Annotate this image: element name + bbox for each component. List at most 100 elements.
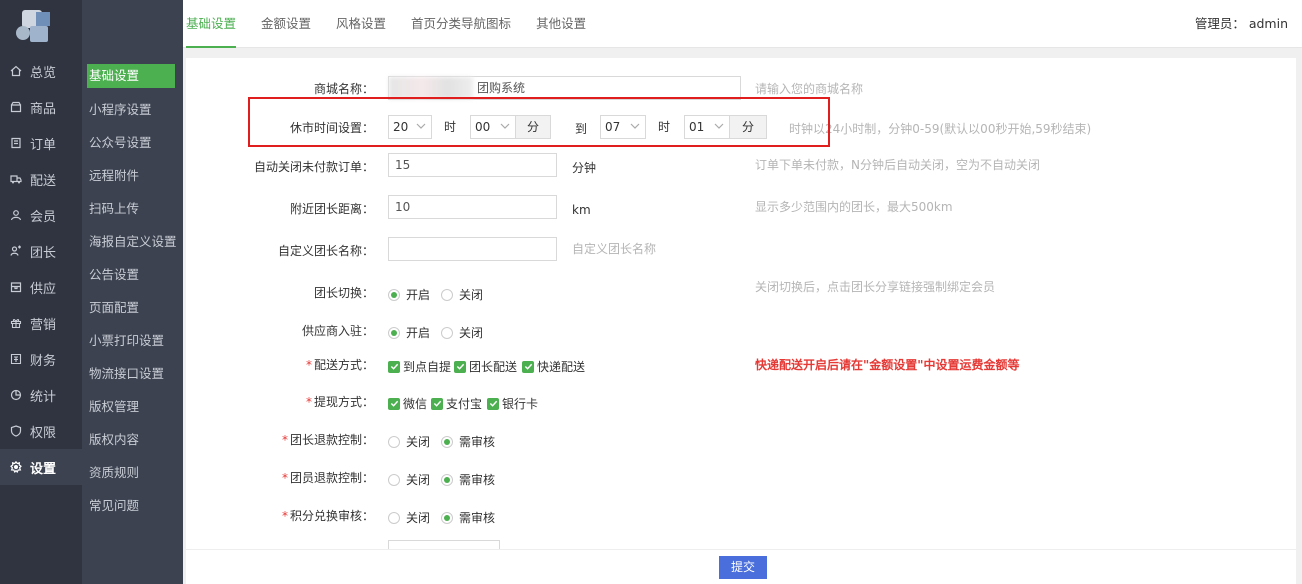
nav-item-3[interactable]: 配送 [0, 161, 82, 197]
sub-nav-list: 基础设置小程序设置公众号设置远程附件扫码上传海报自定义设置公告设置页面配置 小票打… [82, 59, 183, 521]
withdraw-wechat-checkbox[interactable]: 微信 [388, 395, 427, 412]
sub-nav-item-7[interactable]: 页面配置 [82, 290, 183, 323]
row-leader-name: 自定义团长名称： 自定义团长名称 [186, 234, 1296, 264]
leader-switch-on-radio[interactable]: 开启 [388, 286, 430, 303]
sub-nav-label: 小程序设置 [89, 102, 152, 117]
nav-item-label: 订单 [30, 137, 57, 153]
partial-input[interactable] [388, 540, 500, 549]
sub-nav-item-12[interactable]: 资质规则 [82, 455, 183, 488]
row-delivery: * 配送方式： 到点自提 团长配送 快递配送 快递配送开启后请在"金额设置"中设置… [186, 350, 1296, 380]
sub-nav-item-5[interactable]: 海报自定义设置 [82, 224, 183, 257]
nav-item-5[interactable]: 团长 [0, 233, 82, 269]
form-footer: 提交 [186, 549, 1296, 584]
points-audit-audit-radio[interactable]: 需审核 [441, 509, 495, 526]
finance-icon [8, 351, 24, 367]
delivery-pickup-checkbox[interactable]: 到点自提 [388, 358, 451, 375]
supplier-off-radio[interactable]: 关闭 [441, 324, 483, 341]
nav-item-6[interactable]: 供应 [0, 269, 82, 305]
sub-nav-item-11[interactable]: 版权内容 [82, 422, 183, 455]
nav-item-0[interactable]: 总览 [0, 53, 82, 89]
sub-nav-item-3[interactable]: 远程附件 [82, 158, 183, 191]
sub-nav-item-2[interactable]: 公众号设置 [82, 125, 183, 158]
member-refund-off-radio[interactable]: 关闭 [388, 471, 430, 488]
leader-icon [8, 243, 24, 259]
tab-other[interactable]: 其他设置 [536, 0, 586, 48]
sub-nav-label: 物流接口设置 [89, 366, 165, 381]
nav-item-7[interactable]: 营销 [0, 305, 82, 341]
truck-icon [8, 171, 24, 187]
distance-label: 附近团长距离： [289, 202, 374, 216]
redacted-shop-name [389, 77, 473, 99]
auto-close-label: 自动关闭未付款订单： [253, 160, 374, 174]
delivery-express-checkbox[interactable]: 快递配送 [522, 358, 585, 375]
tab-amount[interactable]: 金额设置 [261, 0, 311, 48]
sub-nav-item-0[interactable]: 基础设置 [82, 59, 183, 92]
main-sidebar: 总览商品订单配送 会员团长供应 营销 财务 统计权限设置 [0, 0, 82, 584]
order-icon [8, 135, 24, 151]
withdraw-label: * 提现方式： [305, 395, 374, 409]
row-leader-refund: * 团长退款控制： 关闭 需审核 [186, 425, 1296, 455]
nav-item-label: 设置 [30, 461, 57, 477]
row-distance: 附近团长距离： 10 km 显示多少范围内的团长，最大500km [186, 192, 1296, 222]
gear-icon [8, 459, 24, 475]
sub-nav-label: 公众号设置 [89, 135, 152, 150]
supplier-on-radio[interactable]: 开启 [388, 324, 430, 341]
sub-nav-item-1[interactable]: 小程序设置 [82, 92, 183, 125]
sub-nav-item-10[interactable]: 版权管理 [82, 389, 183, 422]
close-time-hint: 时钟以24小时制，分钟0-59(默认以00秒开始,59秒结束) [789, 122, 1092, 136]
delivery-label: * 配送方式： [305, 358, 374, 372]
check-icon [433, 400, 441, 407]
withdraw-alipay-checkbox[interactable]: 支付宝 [431, 395, 482, 412]
user-icon [8, 207, 24, 223]
sub-nav-item-6[interactable]: 公告设置 [82, 257, 183, 290]
sub-nav-item-4[interactable]: 扫码上传 [82, 191, 183, 224]
auto-close-input[interactable]: 15 [388, 153, 557, 177]
submit-button[interactable]: 提交 [719, 556, 767, 579]
sub-nav-item-13[interactable]: 常见问题 [82, 488, 183, 521]
nav-item-2[interactable]: 订单 [0, 125, 82, 161]
nav-item-10[interactable]: 权限 [0, 413, 82, 449]
leader-switch-hint: 关闭切换后，点击团长分享链接强制绑定会员 [755, 280, 996, 294]
tab-basic[interactable]: 基础设置 [186, 0, 237, 48]
check-icon [524, 363, 532, 370]
nav-item-1[interactable]: 商品 [0, 89, 82, 125]
nav-item-label: 权限 [30, 425, 57, 441]
tab-bar: 基础设置 金额设置 风格设置 首页分类导航图标 其他设置 [186, 0, 611, 48]
sub-nav-label: 基础设置 [87, 63, 175, 88]
nav-item-label: 团长 [30, 245, 57, 261]
nav-item-9[interactable]: 统计 [0, 377, 82, 413]
leader-refund-label: * 团长退款控制： [281, 433, 374, 447]
supply-icon [8, 279, 24, 295]
sub-nav-label: 常见问题 [89, 498, 140, 513]
points-audit-off-radio[interactable]: 关闭 [388, 509, 430, 526]
sub-nav-item-8[interactable]: 小票打印设置 [82, 323, 183, 356]
leader-refund-off-radio[interactable]: 关闭 [388, 433, 430, 450]
leader-switch-label: 团长切换： [313, 286, 374, 300]
sub-nav-item-9[interactable]: 物流接口设置 [82, 356, 183, 389]
distance-unit: km [572, 203, 591, 217]
nav-item-11[interactable]: 设置 [0, 449, 82, 485]
row-leader-switch: 团长切换： 开启 关闭 关闭切换后，点击团长分享链接强制绑定会员 [186, 278, 1296, 308]
member-refund-audit-radio[interactable]: 需审核 [441, 471, 495, 488]
nav-item-4[interactable]: 会员 [0, 197, 82, 233]
delivery-leader-checkbox[interactable]: 团长配送 [454, 358, 517, 375]
row-points-audit: * 积分兑换审核： 关闭 需审核 [186, 501, 1296, 531]
auto-close-unit: 分钟 [572, 161, 597, 175]
tab-home-nav-icons[interactable]: 首页分类导航图标 [411, 0, 511, 48]
app-logo [16, 8, 56, 44]
sub-nav-label: 远程附件 [89, 168, 140, 183]
distance-input[interactable]: 10 [388, 195, 557, 219]
admin-label[interactable]: 管理员： admin [1195, 0, 1288, 48]
delivery-warning: 快递配送开启后请在"金额设置"中设置运费金额等 [755, 358, 1020, 372]
leader-refund-audit-radio[interactable]: 需审核 [441, 433, 495, 450]
nav-item-label: 总览 [30, 65, 57, 81]
leader-name-input[interactable] [388, 237, 557, 261]
tab-style[interactable]: 风格设置 [336, 0, 386, 48]
sub-nav-label: 扫码上传 [89, 201, 140, 216]
withdraw-bank-checkbox[interactable]: 银行卡 [487, 395, 538, 412]
leader-switch-off-radio[interactable]: 关闭 [441, 286, 483, 303]
sub-nav-label: 公告设置 [89, 267, 140, 282]
leader-name-label: 自定义团长名称： [277, 244, 374, 258]
nav-item-label: 商品 [30, 101, 57, 117]
nav-item-8[interactable]: 财务 [0, 341, 82, 377]
